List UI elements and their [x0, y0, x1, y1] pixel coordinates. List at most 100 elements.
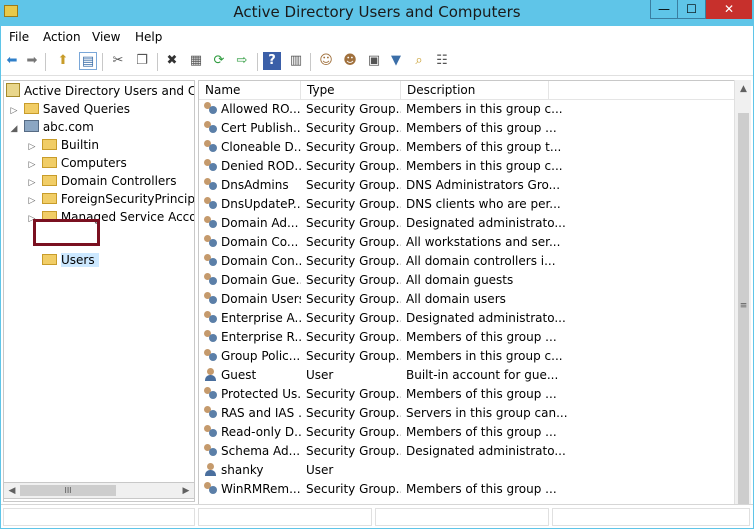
export-list-icon[interactable]: ⇨: [233, 52, 251, 70]
cell-description: Members in this group c...: [406, 102, 563, 116]
delete-icon[interactable]: ✖: [163, 52, 181, 70]
maximize-button[interactable]: ☐: [678, 0, 706, 19]
list-item[interactable]: Cloneable D... Security Group... Members o…: [199, 138, 735, 157]
cell-description: Members of this group t...: [406, 140, 562, 154]
group-icon: [203, 197, 218, 210]
list-item[interactable]: Group Polic... Security Group... Members i…: [199, 347, 735, 366]
tree-horizontal-scrollbar[interactable]: ◀ III ▶: [3, 482, 195, 499]
back-arrow-icon[interactable]: ⬅: [3, 52, 21, 70]
new-group-icon[interactable]: ☻: [341, 52, 359, 70]
console-tree: Active Directory Users and Computers [WI…: [3, 80, 195, 502]
tree-item-foreign-security-principals[interactable]: ▷ ForeignSecurityPrincipals: [26, 190, 194, 208]
scroll-up-icon[interactable]: ▲: [737, 82, 750, 96]
close-button[interactable]: ✕: [706, 0, 752, 19]
item-name: Domain Co...: [221, 235, 299, 249]
tree-item-computers[interactable]: ▷ Computers: [26, 154, 127, 172]
cell-type: User: [306, 368, 334, 382]
menu-help[interactable]: Help: [135, 30, 162, 44]
tree-item-label: Domain Controllers: [60, 174, 177, 188]
list-item[interactable]: Domain Users Security Group... All domain …: [199, 290, 735, 309]
list-item[interactable]: Domain Con... Security Group... All domain…: [199, 252, 735, 271]
tree-root[interactable]: Active Directory Users and Computers [WI…: [6, 82, 194, 100]
title-bar[interactable]: Active Directory Users and Computers — ☐…: [0, 0, 754, 26]
list-item[interactable]: Denied ROD... Security Group... Members in…: [199, 157, 735, 176]
cell-type: Security Group...: [306, 444, 401, 458]
group-icon: [203, 140, 218, 153]
list-item[interactable]: DnsAdmins Security Group... DNS Administra…: [199, 176, 735, 195]
list-vertical-scrollbar[interactable]: ▲ ≡ ▼: [734, 80, 751, 526]
column-header: Name Type Description: [199, 81, 735, 100]
list-item[interactable]: DnsUpdateP... Security Group... DNS client…: [199, 195, 735, 214]
tree-item-users[interactable]: Users: [42, 251, 99, 269]
console-icon[interactable]: ▥: [287, 52, 305, 70]
cell-description: Designated administrato...: [406, 216, 566, 230]
menu-action[interactable]: Action: [43, 30, 81, 44]
tree-item-domain[interactable]: ◢ abc.com: [8, 118, 94, 136]
menu-file[interactable]: File: [9, 30, 29, 44]
properties-icon[interactable]: ▦: [187, 52, 205, 70]
list-item[interactable]: Protected Us... Security Group... Members …: [199, 385, 735, 404]
find-icon[interactable]: ⌕: [410, 52, 428, 70]
collapse-arrow-icon[interactable]: ◢: [8, 120, 20, 138]
list-item[interactable]: Enterprise R... Security Group... Members …: [199, 328, 735, 347]
tree-item-saved-queries[interactable]: ▷ Saved Queries: [8, 100, 131, 118]
refresh-icon[interactable]: ⟳: [210, 52, 228, 70]
list-item[interactable]: WinRMRem... Security Group... Members of t…: [199, 480, 735, 499]
menu-view[interactable]: View: [92, 30, 120, 44]
new-user-icon[interactable]: ☺: [317, 52, 335, 70]
filter-icon[interactable]: ▼: [387, 52, 405, 70]
group-icon: [203, 273, 218, 286]
column-description[interactable]: Description: [401, 81, 549, 100]
list-item[interactable]: Domain Co... Security Group... All worksta…: [199, 233, 735, 252]
list-item[interactable]: Schema Ad... Security Group... Designated …: [199, 442, 735, 461]
cell-description: Members of this group ...: [406, 425, 557, 439]
cell-type: Security Group...: [306, 330, 401, 344]
cell-type: Security Group...: [306, 178, 401, 192]
details-list: Name Type Description Allowed RO... Secur…: [198, 80, 751, 526]
tree-item-builtin[interactable]: ▷ Builtin: [26, 136, 99, 154]
list-item[interactable]: Enterprise A... Security Group... Designat…: [199, 309, 735, 328]
item-name: shanky: [221, 463, 264, 477]
copy-icon[interactable]: ❐: [133, 52, 151, 70]
item-name: DnsAdmins: [221, 178, 289, 192]
cell-name: shanky: [203, 461, 301, 480]
toolbar-separator: [102, 53, 103, 71]
scroll-right-icon[interactable]: ▶: [179, 484, 193, 498]
status-cell: [198, 508, 372, 526]
scrollbar-thumb[interactable]: ≡: [738, 113, 749, 510]
column-name[interactable]: Name: [199, 81, 301, 100]
tree-item-domain-controllers[interactable]: ▷ Domain Controllers: [26, 172, 177, 190]
column-type[interactable]: Type: [301, 81, 401, 100]
minimize-button[interactable]: —: [650, 0, 678, 19]
list-item[interactable]: Domain Ad... Security Group... Designated …: [199, 214, 735, 233]
list-item[interactable]: RAS and IAS ... Security Group... Servers …: [199, 404, 735, 423]
cell-name: Schema Ad...: [203, 442, 301, 461]
cell-description: Designated administrato...: [406, 444, 566, 458]
cell-description: Built-in account for gue...: [406, 368, 559, 382]
status-bar: [1, 504, 753, 528]
list-item[interactable]: Read-only D... Security Group... Members o…: [199, 423, 735, 442]
cut-icon[interactable]: ✂: [109, 52, 127, 70]
list-item[interactable]: Allowed RO... Security Group... Members in…: [199, 100, 735, 119]
scroll-left-icon[interactable]: ◀: [5, 484, 19, 498]
list-item[interactable]: shanky User: [199, 461, 735, 480]
add-to-group-icon[interactable]: ☷: [433, 52, 451, 70]
group-icon: [203, 482, 218, 495]
list-item[interactable]: Domain Gue... Security Group... All domain…: [199, 271, 735, 290]
folder-icon: [41, 175, 57, 186]
show-tree-icon[interactable]: ▤: [79, 52, 97, 70]
cell-name: WinRMRem...: [203, 480, 301, 499]
scrollbar-grip-icon: ≡: [739, 301, 748, 311]
cell-name: DnsAdmins: [203, 176, 301, 195]
new-ou-icon[interactable]: ▣: [365, 52, 383, 70]
up-folder-icon[interactable]: ⬆: [54, 52, 72, 70]
list-item[interactable]: Guest User Built-in account for gue...: [199, 366, 735, 385]
cell-description: Members of this group ...: [406, 482, 557, 496]
folder-icon: [23, 103, 39, 114]
help-icon[interactable]: ?: [263, 52, 281, 70]
cell-description: Members of this group ...: [406, 387, 557, 401]
scrollbar-thumb[interactable]: III: [20, 485, 116, 496]
forward-arrow-icon[interactable]: ➡: [23, 52, 41, 70]
list-item[interactable]: Cert Publish... Security Group... Members …: [199, 119, 735, 138]
cell-name: Domain Users: [203, 290, 301, 309]
